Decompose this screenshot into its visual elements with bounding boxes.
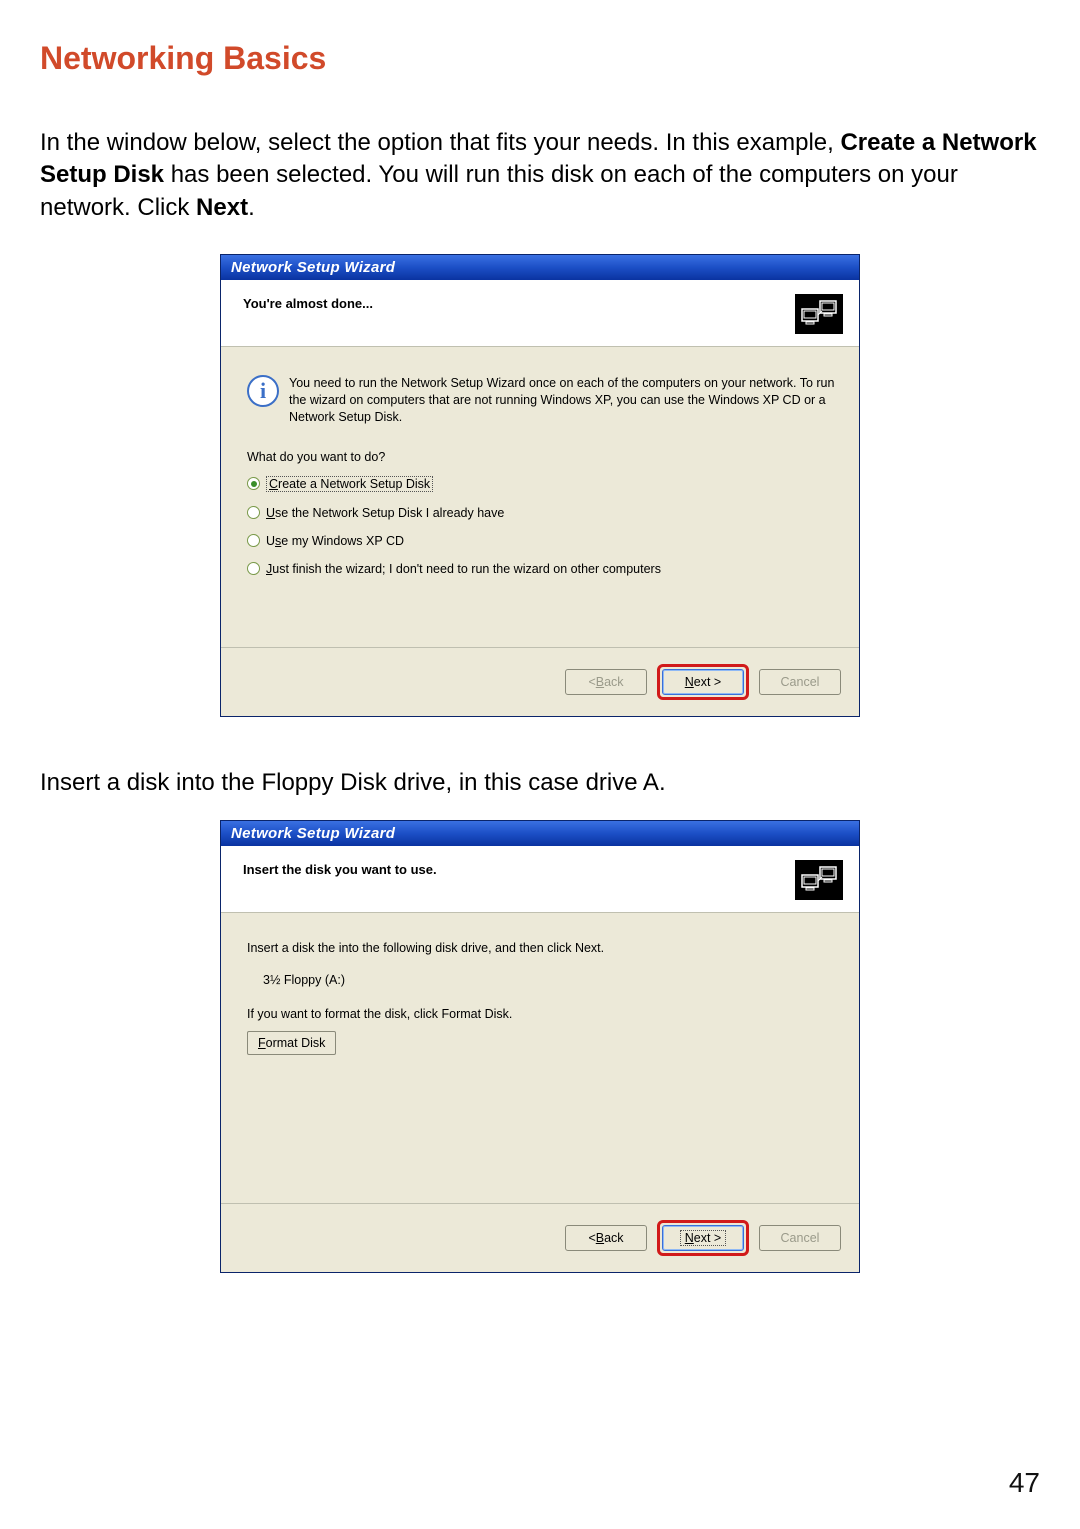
intro-mid: has been selected. You will run this dis…: [40, 161, 958, 220]
computers-icon: [795, 294, 843, 334]
cancel-button[interactable]: Cancel: [759, 1225, 841, 1251]
wizard-window-2: Network Setup Wizard Insert the disk you…: [220, 820, 860, 1273]
wizard-subtitle: You're almost done...: [243, 294, 373, 311]
intro-post: .: [248, 194, 255, 221]
wizard-body: Insert a disk the into the following dis…: [221, 913, 859, 1203]
titlebar: Network Setup Wizard: [221, 821, 859, 846]
next-highlight: Next >: [657, 664, 749, 700]
wizard-window-1: Network Setup Wizard You're almost done.…: [220, 254, 860, 717]
radio-label: Use the Network Setup Disk I already hav…: [266, 506, 504, 520]
insert-disk-text: Insert a disk the into the following dis…: [247, 941, 837, 955]
info-text: You need to run the Network Setup Wizard…: [289, 375, 837, 426]
radio-icon: [247, 534, 260, 547]
button-bar: < Back Next > Cancel: [221, 647, 859, 716]
page-title: Networking Basics: [40, 40, 1040, 77]
titlebar: Network Setup Wizard: [221, 255, 859, 280]
radio-icon: [247, 477, 260, 490]
wizard-body: i You need to run the Network Setup Wiza…: [221, 347, 859, 647]
wizard-subtitle: Insert the disk you want to use.: [243, 860, 437, 877]
radio-label: Create a Network Setup Disk: [266, 476, 433, 492]
cancel-button[interactable]: Cancel: [759, 669, 841, 695]
next-button[interactable]: Next >: [662, 1225, 744, 1251]
page-number: 47: [1009, 1467, 1040, 1499]
format-disk-button[interactable]: Format Disk: [247, 1031, 336, 1055]
radio-just-finish[interactable]: Just finish the wizard; I don't need to …: [247, 562, 837, 576]
format-hint: If you want to format the disk, click Fo…: [247, 1007, 837, 1021]
radio-label: Use my Windows XP CD: [266, 534, 404, 548]
info-icon: i: [247, 375, 279, 407]
radio-use-xp-cd[interactable]: Use my Windows XP CD: [247, 534, 837, 548]
back-button[interactable]: < Back: [565, 669, 647, 695]
next-highlight: Next >: [657, 1220, 749, 1256]
radio-create-disk[interactable]: Create a Network Setup Disk: [247, 476, 837, 492]
drive-name: 3½ Floppy (A:): [263, 973, 837, 987]
back-button[interactable]: < Back: [565, 1225, 647, 1251]
computers-icon: [795, 860, 843, 900]
radio-icon: [247, 562, 260, 575]
wizard-header: Insert the disk you want to use.: [221, 846, 859, 913]
radio-label: Just finish the wizard; I don't need to …: [266, 562, 661, 576]
button-bar: < Back Next > Cancel: [221, 1203, 859, 1272]
radio-icon: [247, 506, 260, 519]
next-button[interactable]: Next >: [662, 669, 744, 695]
wizard-header: You're almost done...: [221, 280, 859, 347]
radio-use-existing-disk[interactable]: Use the Network Setup Disk I already hav…: [247, 506, 837, 520]
intro-bold2: Next: [196, 194, 248, 221]
mid-paragraph: Insert a disk into the Floppy Disk drive…: [40, 767, 1040, 799]
intro-pre: In the window below, select the option t…: [40, 129, 840, 156]
intro-paragraph: In the window below, select the option t…: [40, 127, 1040, 224]
info-row: i You need to run the Network Setup Wiza…: [247, 375, 837, 426]
question-label: What do you want to do?: [247, 450, 837, 464]
